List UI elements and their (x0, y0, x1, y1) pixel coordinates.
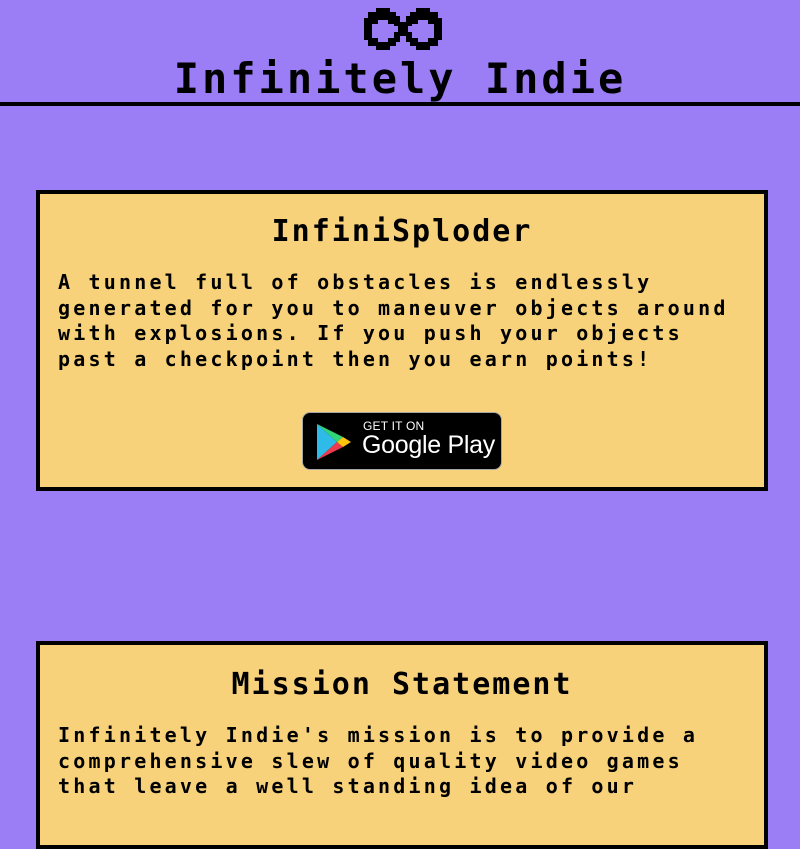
google-play-icon (317, 424, 351, 460)
game-card-infinisploder: InfiniSploder A tunnel full of obstacles… (36, 190, 768, 491)
google-play-button[interactable]: GET IT ON Google Play (302, 412, 502, 470)
game-title: InfiniSploder (271, 214, 533, 249)
site-title: Infinitely Indie (173, 54, 627, 103)
mission-card: Mission Statement Infinitely Indie's mis… (36, 641, 768, 849)
game-description: A tunnel full of obstacles is endlessly … (58, 270, 729, 371)
infinity-logo-icon[interactable] (348, 4, 458, 58)
mission-title: Mission Statement (231, 667, 573, 702)
badge-google-play: Google Play (362, 431, 495, 459)
site-header: Infinitely Indie (0, 0, 800, 106)
mission-text: Infinitely Indie's mission is to provide… (58, 723, 699, 798)
